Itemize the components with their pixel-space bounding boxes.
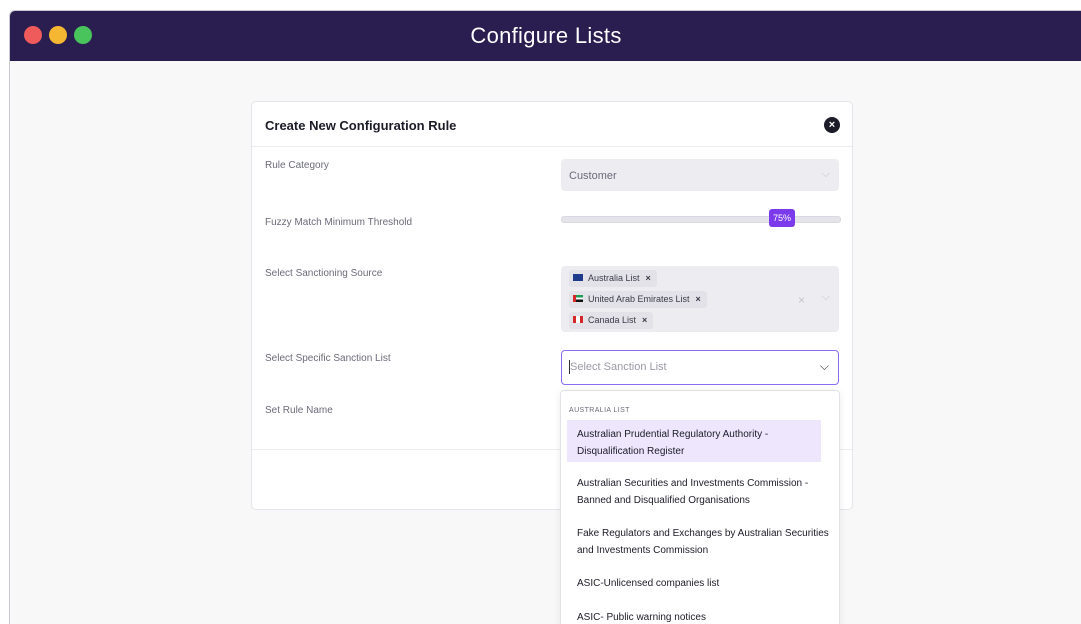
sanction-list-dropdown: AUSTRALIA LIST Australian Prudential Reg… <box>560 390 840 624</box>
rule-category-value: Customer <box>569 170 617 182</box>
modal-title: Create New Configuration Rule <box>265 118 457 133</box>
window-title: Configure Lists <box>470 23 622 48</box>
remove-tag-icon[interactable]: × <box>646 273 651 283</box>
chevron-down-icon[interactable]: ⌵ <box>820 359 829 374</box>
dropdown-option[interactable]: Fake Regulators and Exchanges by Austral… <box>567 525 837 559</box>
source-tag-canada: Canada List × <box>569 312 654 329</box>
dropdown-option[interactable]: Australian Securities and Investments Co… <box>567 475 837 509</box>
dropdown-group-label: AUSTRALIA LIST <box>569 407 630 414</box>
chevron-down-icon: ⌵ <box>821 168 830 180</box>
fuzzy-match-value-badge[interactable]: 75% <box>769 209 795 227</box>
modal-header: Create New Configuration Rule × <box>252 102 852 147</box>
source-tag-label: Canada List <box>588 315 637 325</box>
flag-ca-icon <box>573 316 583 324</box>
clear-selection-icon[interactable]: × <box>798 293 805 307</box>
chevron-down-icon[interactable]: ⌵ <box>822 291 830 304</box>
source-tag-label: United Arab Emirates List <box>588 294 690 304</box>
sanctioning-source-multiselect[interactable]: Australia List × United Arab Emirates Lis… <box>561 266 839 332</box>
app-window: Configure Lists Create New Configuration… <box>9 10 1081 624</box>
dropdown-option[interactable]: ASIC-Unlicensed companies list <box>567 575 837 592</box>
rule-category-select[interactable]: Customer ⌵ <box>561 159 839 191</box>
close-icon[interactable]: × <box>824 117 840 133</box>
rule-category-label: Rule Category <box>265 160 329 171</box>
source-tag-uae: United Arab Emirates List × <box>569 291 707 308</box>
title-bar: Configure Lists <box>10 11 1081 61</box>
sanction-list-placeholder: Select Sanction List <box>570 361 667 373</box>
dropdown-option[interactable]: Australian Prudential Regulatory Authori… <box>567 420 821 462</box>
remove-tag-icon[interactable]: × <box>696 294 701 304</box>
dropdown-option[interactable]: ASIC- Public warning notices <box>567 609 837 624</box>
sanction-list-label: Select Specific Sanction List <box>265 353 391 364</box>
sanction-list-select[interactable]: Select Sanction List ⌵ <box>561 350 839 385</box>
source-tag-label: Australia List <box>588 273 640 283</box>
sanctioning-source-label: Select Sanctioning Source <box>265 268 383 279</box>
fuzzy-match-slider[interactable] <box>561 216 841 223</box>
flag-ae-icon <box>573 295 583 303</box>
flag-au-icon <box>573 274 583 282</box>
source-tag-australia: Australia List × <box>569 270 657 287</box>
remove-tag-icon[interactable]: × <box>642 315 647 325</box>
fuzzy-match-label: Fuzzy Match Minimum Threshold <box>265 217 413 228</box>
rule-name-label: Set Rule Name <box>265 405 333 416</box>
